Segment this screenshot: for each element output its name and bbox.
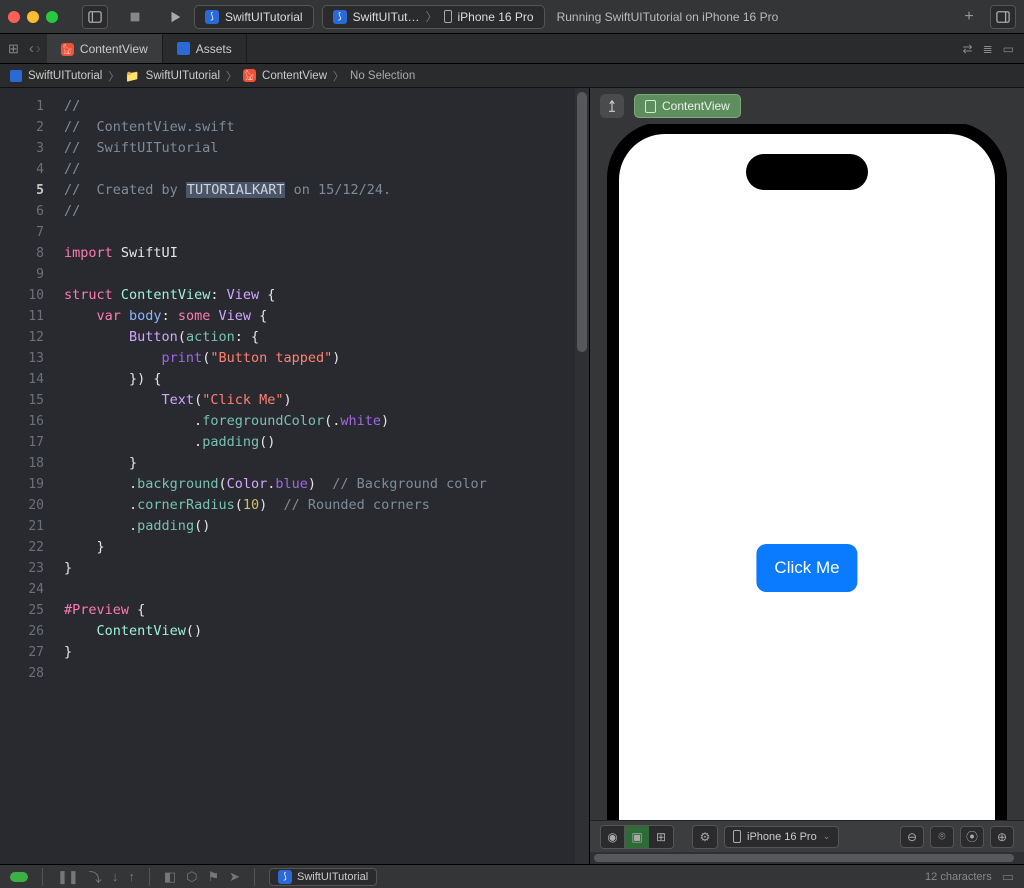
pause-button[interactable]: ❚❚ xyxy=(57,869,79,885)
tab-label: Assets xyxy=(196,42,232,56)
project-icon xyxy=(10,70,22,82)
environment-icon[interactable]: ⚑ xyxy=(207,869,219,885)
swift-file-icon: 𓃠 xyxy=(243,69,256,82)
preview-device-picker[interactable]: iPhone 16 Pro ⌄ xyxy=(724,826,839,848)
line-gutter: 1234567891011121314151617181920212223242… xyxy=(0,88,56,864)
dynamic-island xyxy=(746,154,868,190)
device-settings-button[interactable]: ⚙ xyxy=(692,825,718,849)
nav-forward-button[interactable]: › xyxy=(36,40,41,57)
phone-frame: Click Me xyxy=(607,124,1007,820)
folder-icon: 📁 xyxy=(125,69,139,83)
refresh-icon[interactable]: ⇄ xyxy=(963,42,973,56)
location-icon[interactable]: ➤ xyxy=(229,869,240,885)
device-icon xyxy=(444,10,452,23)
step-out-icon[interactable]: ↑ xyxy=(128,869,135,884)
preview-selector[interactable]: ContentView xyxy=(634,94,741,118)
target-selector[interactable]: ⟆ SwiftUITut… 〉 iPhone 16 Pro xyxy=(322,5,545,29)
preview-device-label: iPhone 16 Pro xyxy=(747,831,817,843)
add-editor-icon[interactable]: ▭ xyxy=(1003,42,1014,56)
window-controls xyxy=(8,11,58,23)
zoom-out-button[interactable]: ⊖ xyxy=(900,826,924,848)
device-label: iPhone 16 Pro xyxy=(458,10,534,24)
main-area: 1234567891011121314151617181920212223242… xyxy=(0,88,1024,864)
variants-mode-icon[interactable]: ⊞ xyxy=(649,826,673,848)
phone-screen: Click Me xyxy=(619,134,995,820)
zoom-in-button[interactable]: ⊕ xyxy=(990,826,1014,848)
close-window-button[interactable] xyxy=(8,11,20,23)
crumb-project[interactable]: SwiftUITutorial xyxy=(28,70,102,82)
preview-mode-segment[interactable]: ◉ ▣ ⊞ xyxy=(600,825,674,849)
process-selector[interactable]: ⟆ SwiftUITutorial xyxy=(269,868,377,886)
toggle-inspector-button[interactable] xyxy=(990,5,1016,29)
settings-icon[interactable]: ⚙ xyxy=(693,826,717,848)
jump-bar[interactable]: SwiftUITutorial 〉 📁 SwiftUITutorial 〉 𓃠 … xyxy=(0,64,1024,88)
editor-options-icon[interactable]: ≣ xyxy=(983,42,993,56)
status-bar: ❚❚ ⤵ ↓ ↑ ◧ ⬡ ⚑ ➤ ⟆ SwiftUITutorial 12 ch… xyxy=(0,864,1024,888)
scheme-selector[interactable]: ⟆ SwiftUITutorial xyxy=(194,5,314,29)
tab-label: ContentView xyxy=(80,42,148,56)
add-button[interactable]: + xyxy=(956,5,982,29)
activity-status: Running SwiftUITutorial on iPhone 16 Pro xyxy=(557,10,779,24)
swift-file-icon: 𓃠 xyxy=(61,43,74,56)
scheme-project-label: SwiftUITutorial xyxy=(225,10,303,24)
zoom-window-button[interactable] xyxy=(46,11,58,23)
related-items-button[interactable]: ⊞ xyxy=(4,34,23,63)
preview-click-me-button[interactable]: Click Me xyxy=(756,544,857,592)
tab-bar: ⊞ ‹ › 𓃠 ContentView Assets ⇄ ≣ ▭ xyxy=(0,34,1024,64)
project-icon: ⟆ xyxy=(205,10,219,24)
preview-canvas[interactable]: Click Me xyxy=(590,124,1024,820)
app-icon: ⟆ xyxy=(278,870,292,884)
toggle-debug-area-icon[interactable]: ▭ xyxy=(1002,869,1014,885)
debug-view-icon[interactable]: ◧ xyxy=(164,869,176,885)
preview-header: ContentView xyxy=(590,88,1024,124)
crumb-selection[interactable]: No Selection xyxy=(350,70,415,82)
tab-contentview[interactable]: 𓃠 ContentView xyxy=(47,34,163,63)
assets-icon xyxy=(177,42,190,55)
device-icon xyxy=(733,830,741,843)
step-into-icon[interactable]: ↓ xyxy=(112,869,119,884)
stop-button[interactable] xyxy=(122,5,148,29)
preview-toolbar: ◉ ▣ ⊞ ⚙ iPhone 16 Pro ⌄ ⊖ ⌾ ⦿ ⊕ xyxy=(590,820,1024,852)
target-label: SwiftUITut… xyxy=(353,10,420,24)
toggle-navigator-button[interactable] xyxy=(82,5,108,29)
text-selection: TUTORIALKART xyxy=(186,182,286,198)
zoom-actual-button[interactable]: ⦿ xyxy=(960,826,984,848)
process-label: SwiftUITutorial xyxy=(297,871,368,883)
minimize-window-button[interactable] xyxy=(27,11,39,23)
nav-back-button[interactable]: ‹ xyxy=(29,40,34,57)
preview-device-icon xyxy=(645,100,656,113)
zoom-fit-button[interactable]: ⌾ xyxy=(930,826,954,848)
selection-info: 12 characters xyxy=(925,871,992,883)
code-area[interactable]: // // ContentView.swift // SwiftUITutori… xyxy=(56,88,589,864)
selectable-mode-icon[interactable]: ▣ xyxy=(625,826,649,848)
app-icon: ⟆ xyxy=(333,10,347,24)
titlebar: ⟆ SwiftUITutorial ⟆ SwiftUITut… 〉 iPhone… xyxy=(0,0,1024,34)
tab-assets[interactable]: Assets xyxy=(163,34,247,63)
step-over-icon[interactable]: ⤵ xyxy=(89,867,102,886)
preview-panel: ContentView Click Me ◉ ▣ ⊞ ⚙ xyxy=(590,88,1024,864)
debug-indicator[interactable] xyxy=(10,872,28,882)
crumb-file[interactable]: ContentView xyxy=(262,70,327,82)
editor-nav: ‹ › xyxy=(23,34,47,63)
memory-graph-icon[interactable]: ⬡ xyxy=(186,869,197,885)
editor-scrollbar[interactable] xyxy=(575,88,589,864)
preview-hscroll[interactable] xyxy=(590,852,1024,864)
pin-preview-button[interactable] xyxy=(600,94,624,118)
live-mode-icon[interactable]: ◉ xyxy=(601,826,625,848)
run-button[interactable] xyxy=(162,5,188,29)
crumb-folder[interactable]: SwiftUITutorial xyxy=(146,70,220,82)
preview-label: ContentView xyxy=(662,99,730,113)
code-editor[interactable]: 1234567891011121314151617181920212223242… xyxy=(0,88,590,864)
